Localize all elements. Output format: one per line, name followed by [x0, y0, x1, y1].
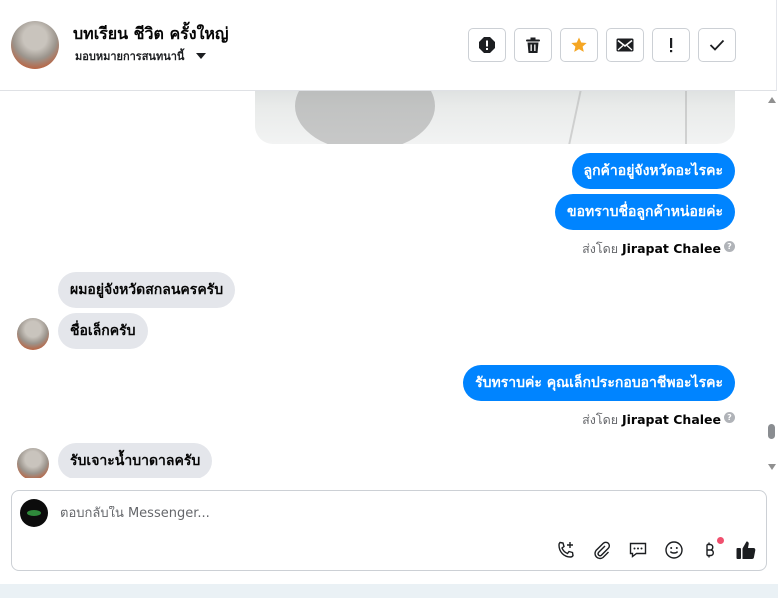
scroll-down-arrow-icon[interactable] [768, 464, 776, 470]
outgoing-message[interactable]: ขอทราบชื่อลูกค้าหน่อยค่ะ [555, 194, 735, 230]
conversation-header: บทเรียน ชีวิต ครั้งใหญ่ มอบหมายการสนทนาน… [0, 0, 777, 91]
like-button[interactable] [735, 539, 757, 561]
scroll-thumb[interactable] [768, 424, 775, 439]
page-footer-strip [0, 584, 778, 598]
follow-up-button[interactable] [652, 28, 690, 62]
sent-by-prefix: ส่งโดย [582, 241, 619, 256]
star-icon [571, 37, 587, 52]
sender-name: Jirapat Chalee [622, 412, 721, 427]
incoming-message[interactable]: ผมอยู่จังหวัดสกลนครครับ [58, 272, 236, 308]
mark-done-button[interactable] [698, 28, 736, 62]
help-icon[interactable]: ? [724, 412, 735, 423]
delete-button[interactable] [514, 28, 552, 62]
envelope-icon [616, 38, 634, 52]
contact-name[interactable]: บทเรียน ชีวิต ครั้งใหญ่ [73, 22, 229, 47]
outgoing-message[interactable]: รับทราบค่ะ คุณเล็กประกอบอาชีพอะไรคะ [463, 365, 735, 401]
caret-down-icon [196, 53, 207, 59]
phone-plus-icon [558, 541, 574, 558]
mark-unread-button[interactable] [606, 28, 644, 62]
thumbs-up-icon [736, 541, 756, 559]
contact-avatar-small [17, 318, 49, 350]
thread-scrollbar[interactable] [764, 91, 778, 478]
help-icon[interactable]: ? [724, 241, 735, 252]
scroll-up-arrow-icon[interactable] [768, 97, 776, 103]
saved-replies-button[interactable] [627, 539, 649, 561]
incoming-message[interactable]: รับเจาะน้ำบาดาลครับ [58, 443, 213, 478]
trash-icon [526, 37, 540, 53]
smiley-icon [665, 541, 683, 559]
exclamation-icon [670, 38, 673, 53]
page-avatar [20, 499, 48, 527]
emoji-button[interactable] [663, 539, 685, 561]
notification-dot [717, 537, 724, 544]
assign-label: มอบหมายการสนทนานี้ [75, 50, 185, 63]
paperclip-icon [594, 541, 611, 560]
sent-by-prefix: ส่งโดย [582, 412, 619, 427]
reply-composer [11, 490, 767, 571]
star-button[interactable] [560, 28, 598, 62]
message-thread[interactable]: ลูกค้าอยู่จังหวัดอะไรคะ ขอทราบชื่อลูกค้า… [0, 91, 764, 478]
sender-name: Jirapat Chalee [622, 241, 721, 256]
assign-conversation-dropdown[interactable]: มอบหมายการสนทนานี้ [75, 47, 207, 65]
spam-alert-button[interactable] [468, 28, 506, 62]
header-actions [468, 28, 736, 62]
speech-bubble-icon [629, 542, 647, 558]
reply-input[interactable] [60, 506, 660, 521]
contact-avatar[interactable] [11, 21, 59, 69]
sent-by-label: ส่งโดย Jirapat Chalee [582, 410, 721, 430]
baht-icon [706, 542, 714, 558]
payment-button[interactable] [699, 537, 724, 561]
composer-tools [555, 537, 757, 561]
sent-by-label: ส่งโดย Jirapat Chalee [582, 239, 721, 259]
contact-avatar-small [17, 448, 49, 478]
call-button[interactable] [555, 539, 577, 561]
shared-photo[interactable] [255, 91, 735, 144]
outgoing-message[interactable]: ลูกค้าอยู่จังหวัดอะไรคะ [571, 153, 735, 189]
incoming-message[interactable]: ชื่อเล็กครับ [58, 313, 148, 349]
alert-circle-icon [479, 37, 495, 53]
check-icon [709, 39, 725, 51]
attach-button[interactable] [591, 539, 613, 561]
